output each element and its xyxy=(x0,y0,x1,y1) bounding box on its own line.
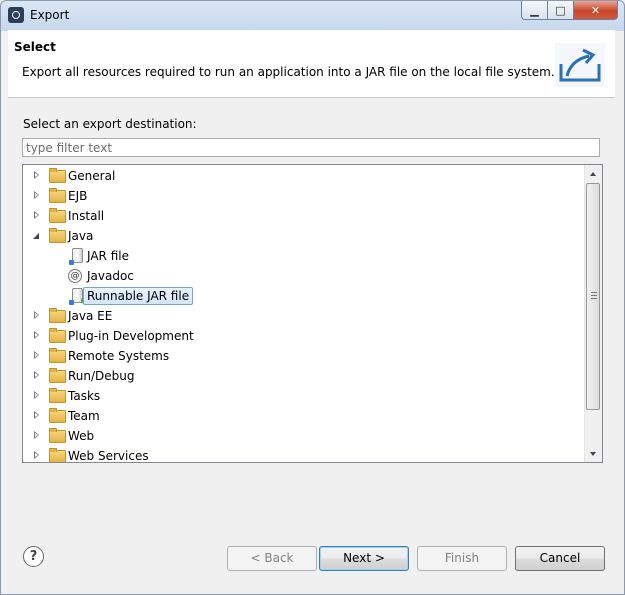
collapsed-arrow-icon[interactable] xyxy=(33,171,41,181)
tree-item-label: Install xyxy=(68,209,105,223)
tree-item[interactable]: Install xyxy=(23,206,584,226)
scroll-down-arrow-icon[interactable] xyxy=(585,445,602,462)
maximize-button[interactable]: □ xyxy=(548,1,574,20)
grip-icon xyxy=(591,292,597,299)
title-bar[interactable]: Export ▁ □ ✕ xyxy=(1,1,624,30)
export-wizard-icon xyxy=(555,43,605,87)
page-description: Export all resources required to run an … xyxy=(22,65,555,79)
jar-file-icon xyxy=(69,248,83,265)
cancel-button[interactable]: Cancel xyxy=(515,546,605,571)
back-button[interactable]: < Back xyxy=(227,546,317,571)
destination-tree[interactable]: General EJB Install Java JAR file @ Javadoc Run… xyxy=(22,164,603,463)
folder-icon xyxy=(49,308,66,323)
filter-input[interactable] xyxy=(22,138,600,157)
collapsed-arrow-icon[interactable] xyxy=(33,351,41,361)
folder-icon xyxy=(49,408,66,423)
tree-item[interactable]: Web xyxy=(23,426,584,446)
tree-item[interactable]: Team xyxy=(23,406,584,426)
collapsed-arrow-icon[interactable] xyxy=(33,211,41,221)
wizard-banner: Select Export all resources required to … xyxy=(8,30,615,98)
tree-item[interactable]: Remote Systems xyxy=(23,346,584,366)
tree-item[interactable]: Run/Debug xyxy=(23,366,584,386)
tree-item[interactable]: Runnable JAR file xyxy=(23,286,584,306)
close-icon: ✕ xyxy=(590,3,601,17)
tree-item-label: Runnable JAR file xyxy=(83,287,194,305)
collapsed-arrow-icon[interactable] xyxy=(33,391,41,401)
window-controls: ▁ □ ✕ xyxy=(521,1,618,20)
destination-label: Select an export destination: xyxy=(23,117,197,131)
tree-item[interactable]: General xyxy=(23,166,584,186)
folder-icon xyxy=(49,388,66,403)
tree-item[interactable]: Java EE xyxy=(23,306,584,326)
tree-item-label: Java EE xyxy=(68,309,113,323)
maximize-icon: □ xyxy=(555,3,566,17)
tree-item[interactable]: Plug-in Development xyxy=(23,326,584,346)
collapsed-arrow-icon[interactable] xyxy=(33,331,41,341)
tree-item-label: Team xyxy=(68,409,100,423)
close-button[interactable]: ✕ xyxy=(574,1,618,20)
folder-icon xyxy=(49,208,66,223)
eclipse-icon xyxy=(8,7,24,23)
javadoc-icon: @ xyxy=(68,269,82,283)
collapsed-arrow-icon[interactable] xyxy=(33,431,41,441)
folder-icon xyxy=(49,328,66,343)
help-icon[interactable]: ? xyxy=(23,546,44,567)
minimize-icon: ▁ xyxy=(530,3,539,17)
tree-item-label: EJB xyxy=(68,189,88,203)
tree-item-label: Tasks xyxy=(68,389,101,403)
tree-item[interactable]: EJB xyxy=(23,186,584,206)
tree-item-label: Web xyxy=(68,429,95,443)
collapsed-arrow-icon[interactable] xyxy=(33,191,41,201)
tree-item[interactable]: JAR file xyxy=(23,246,584,266)
tree-item-label: Javadoc xyxy=(87,269,134,283)
next-button[interactable]: Next > xyxy=(319,546,409,571)
tree-item-label: JAR file xyxy=(87,249,129,263)
folder-icon xyxy=(49,168,66,183)
collapsed-arrow-icon[interactable] xyxy=(33,311,41,321)
folder-icon xyxy=(49,428,66,443)
vertical-scrollbar[interactable] xyxy=(584,165,602,462)
minimize-button[interactable]: ▁ xyxy=(521,1,548,20)
tree-item-label: Run/Debug xyxy=(68,369,135,383)
tree-item[interactable]: Java xyxy=(23,226,584,246)
collapsed-arrow-icon[interactable] xyxy=(33,451,41,461)
tree-item[interactable]: @ Javadoc xyxy=(23,266,584,286)
folder-icon xyxy=(49,228,66,243)
folder-icon xyxy=(49,348,66,363)
page-title: Select xyxy=(14,40,56,54)
tree-item-label: Remote Systems xyxy=(68,349,170,363)
tree-item-label: General xyxy=(68,169,116,183)
tree-item-label: Web Services xyxy=(68,449,149,463)
scroll-up-arrow-icon[interactable] xyxy=(585,165,602,182)
tree-item-label: Java xyxy=(68,229,94,243)
folder-icon xyxy=(49,368,66,383)
finish-button[interactable]: Finish xyxy=(417,546,507,571)
expanded-arrow-icon[interactable] xyxy=(33,231,41,241)
tree-item[interactable]: Tasks xyxy=(23,386,584,406)
runnable-jar-icon xyxy=(69,288,88,305)
collapsed-arrow-icon[interactable] xyxy=(33,411,41,421)
folder-icon xyxy=(49,448,66,462)
collapsed-arrow-icon[interactable] xyxy=(33,371,41,381)
tree-item[interactable]: Web Services xyxy=(23,446,584,463)
folder-icon xyxy=(49,188,66,203)
scrollbar-thumb[interactable] xyxy=(586,183,600,410)
tree-item-label: Plug-in Development xyxy=(68,329,194,343)
window-title: Export xyxy=(30,8,70,22)
